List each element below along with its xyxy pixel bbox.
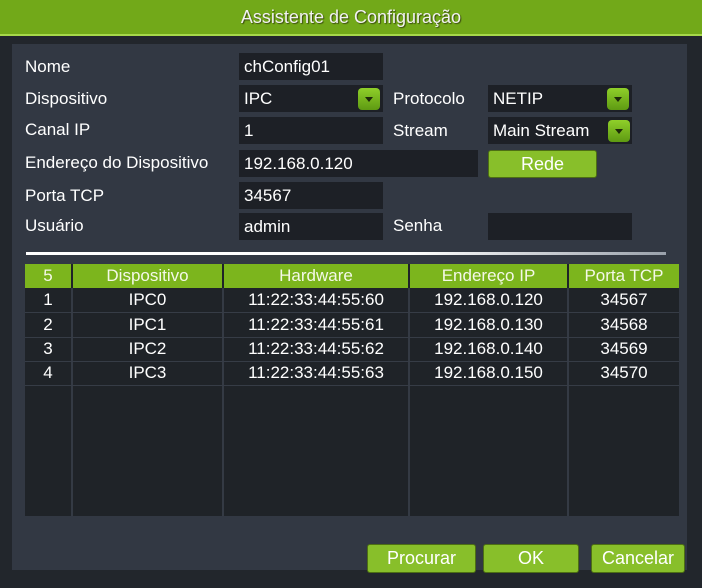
procurar-button[interactable]: Procurar bbox=[368, 545, 475, 572]
cell-dispositivo: IPC1 bbox=[128, 315, 167, 334]
cancelar-button[interactable]: Cancelar bbox=[592, 545, 684, 572]
cell-endereco-ip: 192.168.0.120 bbox=[434, 290, 543, 309]
cell-hardware: 11:22:33:44:55:62 bbox=[248, 339, 384, 358]
senha-label: Senha bbox=[393, 216, 443, 235]
header-dispositivo[interactable]: Dispositivo bbox=[73, 264, 222, 288]
cell-dispositivo: IPC3 bbox=[128, 363, 167, 382]
cell-porta-tcp: 34567 bbox=[600, 290, 648, 309]
header-count: 5 bbox=[25, 264, 71, 288]
protocolo-label: Protocolo bbox=[393, 89, 465, 108]
cell-porta-tcp: 34568 bbox=[600, 315, 648, 334]
senha-input[interactable] bbox=[488, 213, 632, 240]
cell-hardware: 11:22:33:44:55:60 bbox=[248, 290, 384, 309]
cell-hardware: 11:22:33:44:55:61 bbox=[248, 315, 384, 334]
cell-hardware: 11:22:33:44:55:63 bbox=[248, 363, 384, 382]
cell-porta-tcp: 34570 bbox=[600, 363, 648, 382]
header-porta-tcp[interactable]: Porta TCP bbox=[569, 264, 679, 288]
header-hardware[interactable]: Hardware bbox=[224, 264, 408, 288]
canal-ip-input[interactable]: 1 bbox=[239, 117, 383, 144]
header-endereco-ip[interactable]: Endereço IP bbox=[410, 264, 567, 288]
canal-ip-label: Canal IP bbox=[25, 120, 91, 139]
dispositivo-value: IPC bbox=[244, 89, 273, 108]
dialog-title: Assistente de Configuração bbox=[0, 0, 702, 36]
endereco-input[interactable]: 192.168.0.120 bbox=[239, 150, 478, 177]
endereco-label: Endereço do Dispositivo bbox=[25, 153, 209, 172]
cell-endereco-ip: 192.168.0.150 bbox=[434, 363, 543, 382]
cell-index: 1 bbox=[43, 290, 53, 309]
table-row[interactable]: 2 IPC1 11:22:33:44:55:61 192.168.0.130 3… bbox=[25, 313, 679, 338]
device-table: 5 Dispositivo Hardware Endereço IP Porta… bbox=[25, 264, 679, 516]
cell-porta-tcp: 34569 bbox=[600, 339, 648, 358]
dispositivo-label: Dispositivo bbox=[25, 89, 108, 108]
cell-index: 2 bbox=[43, 315, 53, 334]
chevron-down-icon[interactable] bbox=[607, 88, 629, 110]
porta-tcp-label: Porta TCP bbox=[25, 186, 105, 205]
stream-value: Main Stream bbox=[493, 121, 590, 140]
chevron-down-icon[interactable] bbox=[608, 120, 630, 142]
porta-tcp-input[interactable]: 34567 bbox=[239, 182, 383, 209]
table-row[interactable]: 4 IPC3 11:22:33:44:55:63 192.168.0.150 3… bbox=[25, 361, 679, 386]
cell-dispositivo: IPC2 bbox=[128, 339, 167, 358]
divider bbox=[26, 252, 666, 255]
ok-button[interactable]: OK bbox=[484, 545, 578, 572]
rede-button[interactable]: Rede bbox=[489, 151, 596, 177]
cell-dispositivo: IPC0 bbox=[128, 290, 167, 309]
table-header: 5 Dispositivo Hardware Endereço IP Porta… bbox=[25, 264, 679, 288]
cell-index: 3 bbox=[43, 339, 53, 358]
cell-endereco-ip: 192.168.0.130 bbox=[434, 315, 543, 334]
chevron-down-icon[interactable] bbox=[358, 88, 380, 110]
stream-label: Stream bbox=[393, 121, 448, 140]
nome-input[interactable]: chConfig01 bbox=[239, 53, 383, 80]
nome-label: Nome bbox=[25, 57, 71, 76]
cell-endereco-ip: 192.168.0.140 bbox=[434, 339, 543, 358]
cell-index: 4 bbox=[43, 363, 53, 382]
usuario-label: Usuário bbox=[25, 216, 84, 235]
table-row[interactable]: 1 IPC0 11:22:33:44:55:60 192.168.0.120 3… bbox=[25, 288, 679, 313]
usuario-input[interactable]: admin bbox=[239, 213, 383, 240]
protocolo-value: NETIP bbox=[493, 89, 544, 108]
table-row[interactable]: 3 IPC2 11:22:33:44:55:62 192.168.0.140 3… bbox=[25, 337, 679, 362]
